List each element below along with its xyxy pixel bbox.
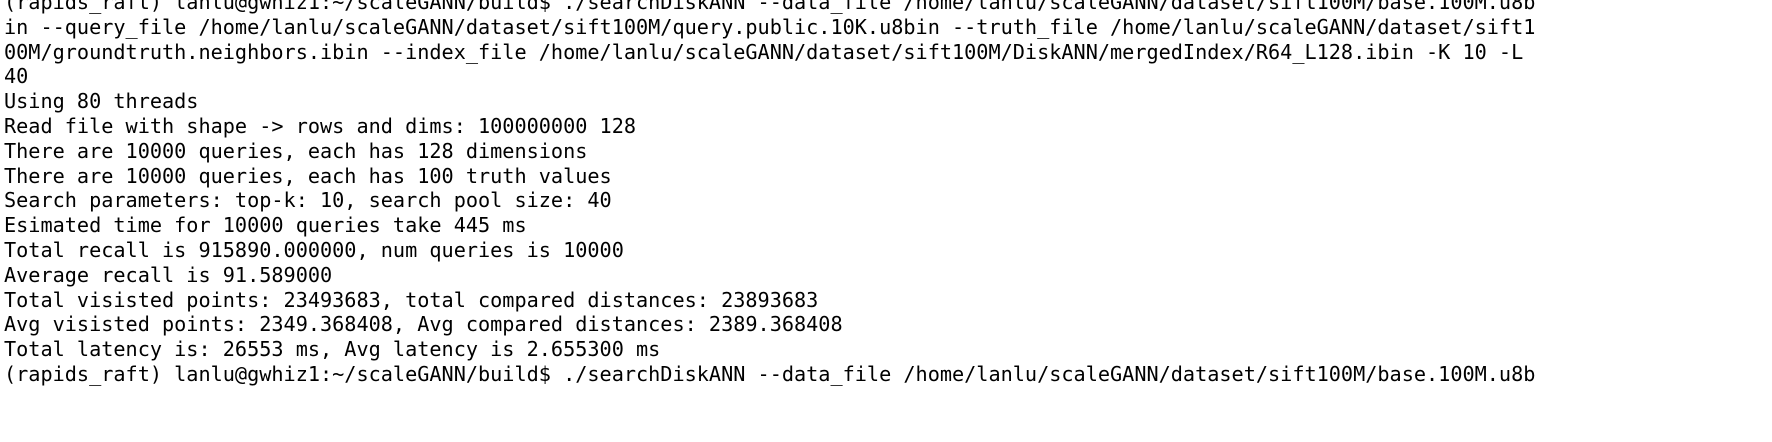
output-line: Esimated time for 10000 queries take 445… — [4, 213, 527, 238]
command-line-wrap: in --query_file /home/lanlu/scaleGANN/da… — [4, 14, 1536, 39]
command-line: (rapids_raft) lanlu@gwhiz1:~/scaleGANN/b… — [4, 0, 1536, 14]
command-line: (rapids_raft) lanlu@gwhiz1:~/scaleGANN/b… — [4, 361, 1536, 386]
output-line: There are 10000 queries, each has 128 di… — [4, 138, 588, 163]
output-line: Total visisted points: 23493683, total c… — [4, 287, 819, 312]
output-line: Average recall is 91.589000 — [4, 262, 333, 287]
output-line: Read file with shape -> rows and dims: 1… — [4, 113, 637, 138]
output-line: Using 80 threads — [4, 89, 199, 114]
command-line-wrap: 00M/groundtruth.neighbors.ibin --index_f… — [4, 39, 1524, 64]
command-line-wrap: 40 — [4, 64, 29, 89]
output-line: There are 10000 queries, each has 100 tr… — [4, 163, 612, 188]
output-line: Avg visisted points: 2349.368408, Avg co… — [4, 312, 843, 337]
output-line: Search parameters: top-k: 10, search poo… — [4, 188, 612, 213]
output-line: Total recall is 915890.000000, num queri… — [4, 237, 624, 262]
terminal-output[interactable]: (rapids_raft) lanlu@gwhiz1:~/scaleGANN/b… — [0, 0, 1772, 442]
output-line: Total latency is: 26553 ms, Avg latency … — [4, 337, 661, 362]
